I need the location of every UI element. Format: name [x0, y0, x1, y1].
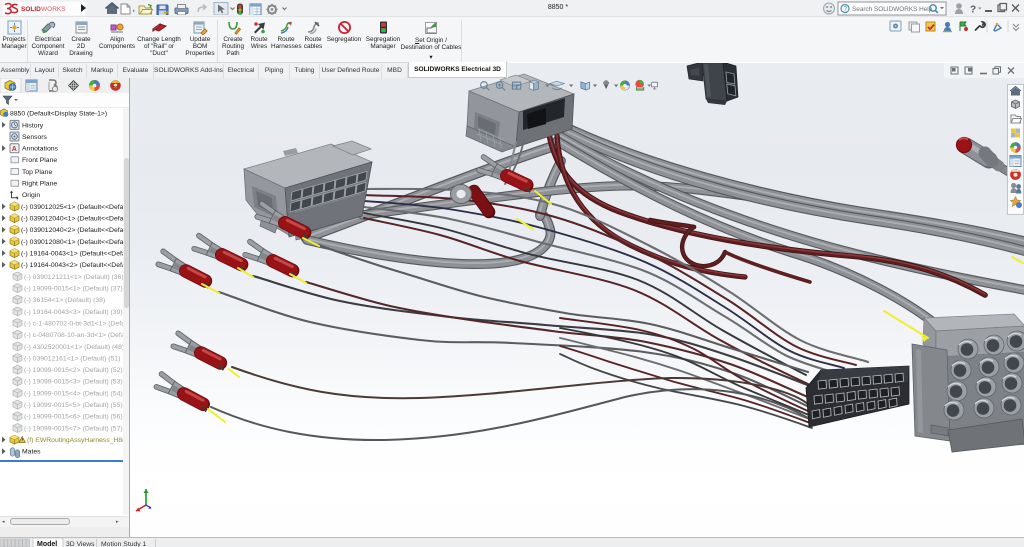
svg-text:(-) 039012025<1> (Default<<De: (-) 039012025<1> (Default<<Default	[21, 204, 129, 211]
svg-text:Search SOLIDWORKS Help: Search SOLIDWORKS Help	[852, 6, 933, 13]
svg-text:(-) c-0480708-10-an-3d<1> (Def: (-) c-0480708-10-an-3d<1> (Default	[24, 332, 129, 339]
svg-text:(-) 4302520001<1> (Default) (4: (-) 4302520001<1> (Default) (48)	[24, 344, 124, 351]
svg-text:(-) 19099-0015<3> (Default) (5: (-) 19099-0015<3> (Default) (53)	[24, 379, 123, 386]
svg-text:Top Plane: Top Plane	[22, 169, 52, 176]
svg-text:(-) 19164-0043<3> (Default) (3: (-) 19164-0043<3> (Default) (39)	[24, 309, 123, 316]
svg-text:Right Plane: Right Plane	[22, 181, 57, 188]
svg-text:(-) 039012080<1> (Default<<De: (-) 039012080<1> (Default<<Default	[21, 239, 129, 246]
svg-text:(-) 039012040<2> (Default<<De: (-) 039012040<2> (Default<<Default	[21, 227, 129, 234]
svg-text:History: History	[22, 122, 44, 129]
svg-text:A: A	[12, 146, 17, 153]
svg-text:Mates: Mates	[22, 449, 41, 456]
svg-text:(-) 19164-0043<2> (Default<<D: (-) 19164-0043<2> (Default<<Defau	[21, 262, 129, 269]
svg-text:Annotations: Annotations	[22, 146, 59, 153]
svg-text:(-) 19099-0015<1> (Default) (3: (-) 19099-0015<1> (Default) (37)	[24, 286, 123, 293]
svg-text:SOLID: SOLID	[21, 6, 41, 13]
svg-text:(-) 039012040<1> (Default<<De: (-) 039012040<1> (Default<<Default	[21, 216, 129, 223]
svg-text:(-) 19099-0015<2> (Default) (5: (-) 19099-0015<2> (Default) (52)	[24, 367, 123, 374]
svg-text:Motion Study 1: Motion Study 1	[101, 541, 147, 547]
svg-text:(-) 19099-0015<4> (Default) (5: (-) 19099-0015<4> (Default) (54)	[24, 390, 123, 397]
svg-text:Front Plane: Front Plane	[22, 157, 57, 164]
svg-text:WORKS: WORKS	[41, 6, 66, 13]
svg-text:(-) 36154<1> (Default) (38): (-) 36154<1> (Default) (38)	[24, 297, 105, 304]
svg-text:(-) 0390121211<1> (Default) (3: (-) 0390121211<1> (Default) (36)	[24, 274, 124, 281]
svg-text:Sensors: Sensors	[22, 134, 48, 141]
svg-text:3D Views: 3D Views	[66, 541, 95, 547]
svg-text:(-) 19164-0043<1> (Default<<D: (-) 19164-0043<1> (Default<<Defau	[21, 251, 129, 258]
svg-text:(-) 039012161<1> (Default) (51: (-) 039012161<1> (Default) (51)	[24, 355, 120, 362]
svg-text:Model: Model	[37, 541, 57, 547]
svg-text:(-) 19099-0015<7> (Default) (5: (-) 19099-0015<7> (Default) (57)	[24, 425, 123, 432]
svg-text:?: ?	[970, 5, 976, 16]
svg-text:Origin: Origin	[22, 192, 40, 199]
svg-text:(-) c-1-480702-0-bt-3d1<1> (De: (-) c-1-480702-0-bt-3d1<1> (Default	[24, 320, 129, 327]
svg-text:?: ?	[843, 6, 847, 13]
svg-text:(-) 19099-0015<6> (Default) (5: (-) 19099-0015<6> (Default) (56)	[24, 414, 123, 421]
svg-text:8850 (Default<Display State-1: 8850 (Default<Display State-1>)	[10, 111, 107, 118]
svg-text:(-) 19099-0015<5> (Default) (5: (-) 19099-0015<5> (Default) (55)	[24, 402, 123, 409]
svg-text:(f) EWRoutingAssyHarness_H8(2: (f) EWRoutingAssyHarness_H8(2	[27, 437, 128, 444]
